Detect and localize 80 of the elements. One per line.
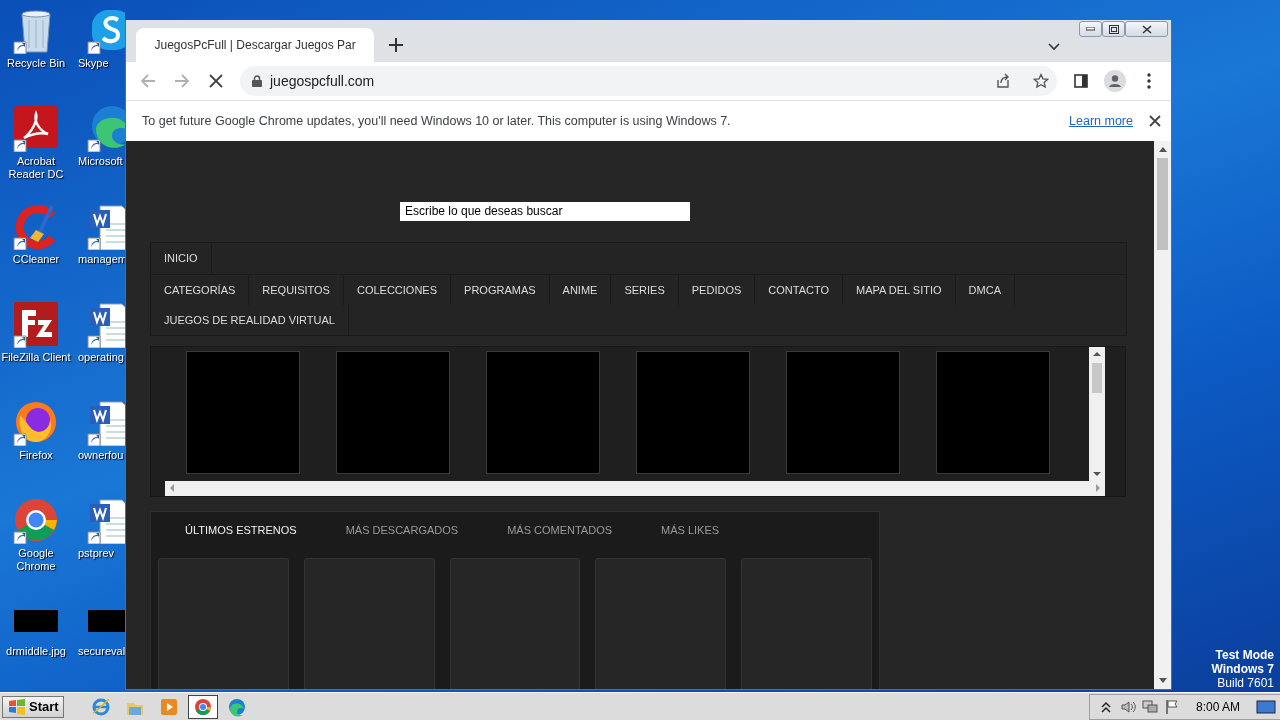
content-tab[interactable]: ÚLTIMOS ESTRENOS [185,522,297,537]
nav-menu-item[interactable]: SERIES [611,274,679,305]
content-tab[interactable]: MÁS DESCARGADOS [345,522,459,537]
start-button[interactable]: Start [2,695,64,718]
share-icon[interactable] [995,73,1011,89]
app-shortcut-icon[interactable] [12,300,60,348]
profile-icon[interactable] [1104,70,1126,92]
browser-icon [192,696,213,717]
desktop-icon-label[interactable]: pstprev [78,547,115,560]
desktop-icon-label[interactable]: Skype [78,57,109,70]
nav-menu-item[interactable]: PROGRAMAS [451,274,550,305]
flag-icon[interactable] [1163,698,1180,715]
thumbnail[interactable] [486,350,600,474]
nav-menu-item[interactable]: MAPA DEL SITIO [843,274,956,305]
nav-menu-item[interactable]: JUEGOS DE REALIDAD VIRTUAL [151,304,349,335]
scrollbar-thumb[interactable] [1157,158,1168,250]
menu-icon[interactable] [1147,73,1151,89]
desktop-icon-label[interactable]: managem [78,253,127,266]
app-shortcut-icon[interactable] [12,104,60,152]
minimize-icon [1086,27,1095,31]
stop-icon[interactable] [209,74,223,88]
test-mode-text: Test Mode [1214,648,1274,662]
test-mode-text: Build 7601 [1216,676,1274,690]
thumbnail[interactable] [636,350,750,474]
test-mode-text: Windows 7 [1211,662,1274,676]
play-icon [158,696,179,717]
scrollbar[interactable] [1089,346,1105,481]
desktop-icon-label[interactable]: Acrobat Reader DC [0,155,72,181]
thumbnail[interactable] [336,350,450,474]
network-icon[interactable] [1141,698,1158,715]
update-notice: To get future Google Chrome updates, you'll need Windows 10 or later. This computer is using Windows 7. [142,114,732,128]
restore-icon [1108,24,1119,34]
nav-menu-item[interactable]: CONTACTO [755,274,843,305]
desktop-icon-label[interactable]: Firefox [19,449,53,462]
learn-more-link[interactable]: Learn more [1069,114,1133,128]
desktop-icon-label[interactable]: secureval [78,645,126,658]
taskbar-app[interactable] [187,694,218,719]
star-icon[interactable] [1033,73,1049,89]
thumbnail[interactable] [936,350,1050,474]
desktop-icon-label[interactable]: drmiddle.jpg [6,645,66,658]
new-tab-icon[interactable] [389,38,403,52]
address-bar[interactable]: juegospcfull.com [240,66,1057,96]
browser-icon [226,696,247,717]
nav-menu-item[interactable]: COLECCIONES [343,274,452,305]
nav-menu-item[interactable]: DMCA [955,274,1015,305]
speaker-icon[interactable] [1119,698,1136,715]
globe-icon [90,696,111,717]
thumbnail[interactable] [186,350,300,474]
scrollbar-thumb[interactable] [1092,362,1102,393]
desktop-icon-label[interactable]: Microsoft [78,155,123,168]
content-tab[interactable]: MÁS LIKES [661,522,720,537]
nav-menu-item[interactable]: ANIME [549,274,612,305]
nav-menu-item[interactable]: REQUISITOS [249,274,344,305]
browser-tab[interactable]: JuegosPcFull | Descargar Juegos Par [136,28,374,62]
nav-menu-item[interactable]: PEDIDOS [678,274,756,305]
desktop-icon-label[interactable]: operating [78,351,124,364]
desktop-icon-label[interactable]: CCleaner [12,253,60,266]
content-tab[interactable]: MÁS COMENTADOS [507,522,613,537]
lock-icon [252,75,262,87]
thumbnail[interactable] [786,350,900,474]
app-shortcut-icon[interactable] [12,496,60,544]
close-icon[interactable] [1149,115,1161,127]
scrollbar[interactable] [1154,141,1171,689]
nav-menu-item[interactable]: CATEGORÍAS [151,274,250,305]
tab-title: JuegosPcFull | Descargar Juegos Par [154,38,356,52]
windows-flag-icon [7,698,27,715]
scroll-up-icon[interactable] [1158,147,1167,152]
desktop-icon-label[interactable]: ownerfou [78,449,124,462]
restore-button[interactable] [1102,21,1125,37]
desktop-icon-label[interactable]: FileZilla Client [1,351,71,364]
scroll-down-icon[interactable] [1158,678,1167,683]
close-button[interactable] [1125,21,1168,37]
nav-menu-item[interactable]: INICIO [151,242,212,274]
close-icon [1141,24,1152,34]
show-desktop-icon[interactable] [1256,698,1276,715]
clock[interactable]: 8:00 AM [1195,699,1240,714]
side-panel-icon[interactable] [1074,74,1088,88]
desktop-icon-label[interactable]: Google Chrome [0,547,72,573]
desktop-icon-label[interactable]: Recycle Bin [6,57,66,70]
search-field[interactable]: Escribe lo que deseas buscar [400,201,690,221]
